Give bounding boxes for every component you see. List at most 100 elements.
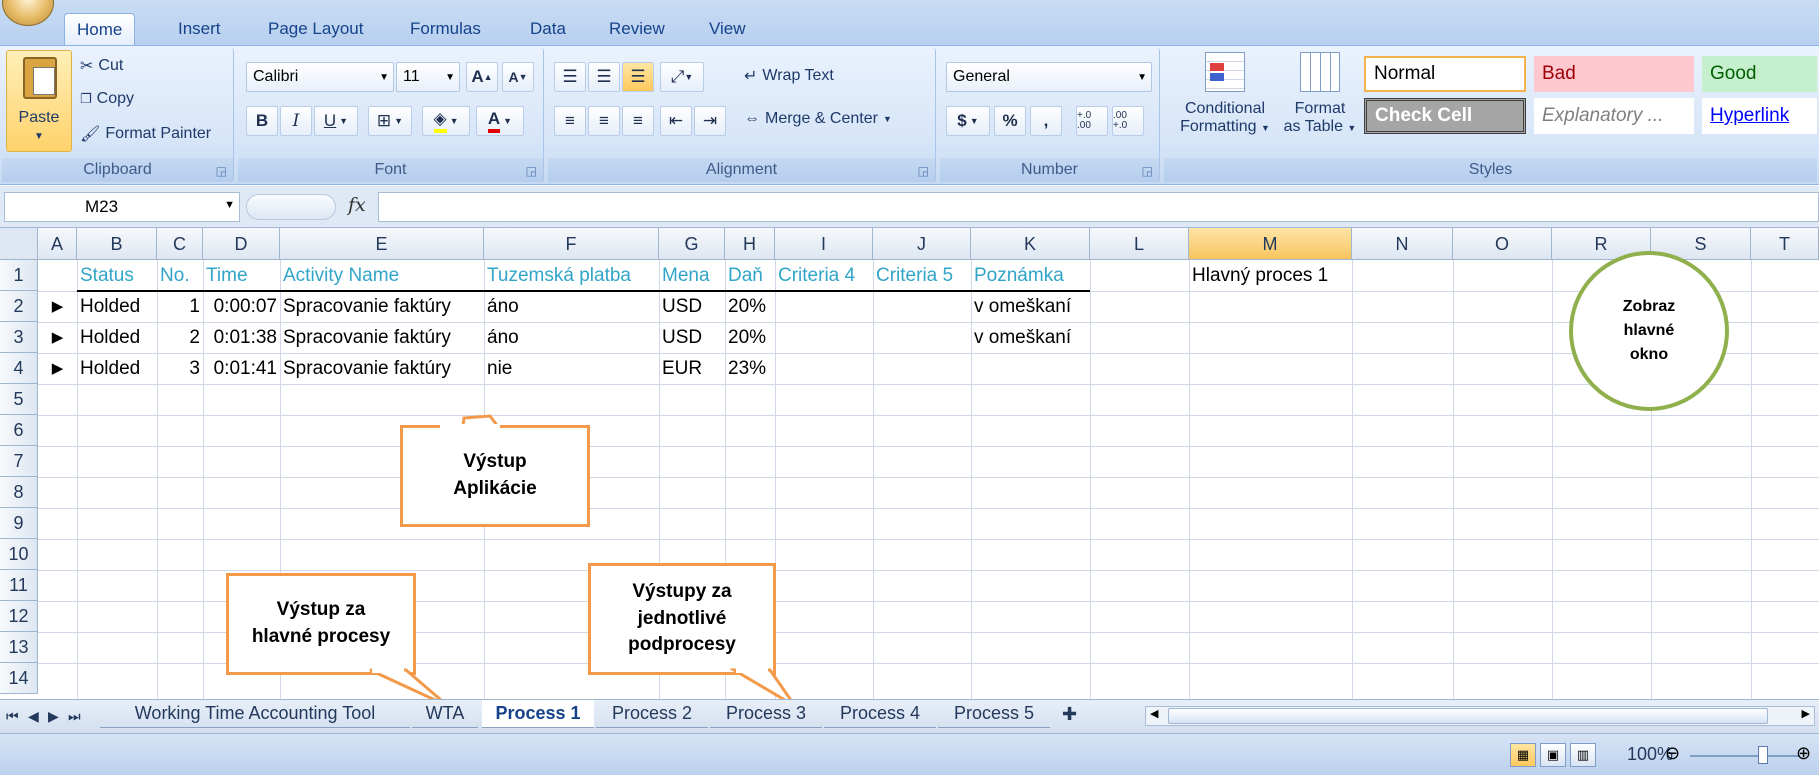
dialog-launcher-icon[interactable]: ◲ — [216, 164, 227, 178]
insert-function-icon[interactable]: fx — [348, 194, 366, 216]
table-cell[interactable]: 20% — [725, 291, 775, 322]
table-cell[interactable]: áno — [484, 322, 659, 353]
sheet-tab-process-4[interactable]: Process 4 — [824, 700, 936, 728]
font-size-select[interactable]: 11 ▼ — [396, 62, 460, 92]
align-bottom-icon[interactable]: ☰ — [622, 62, 654, 92]
column-header[interactable]: N — [1352, 228, 1453, 260]
cut-button[interactable]: ✂ Cut — [80, 56, 123, 76]
number-format-select[interactable]: General ▼ — [946, 62, 1152, 92]
row-header[interactable]: 6 — [0, 415, 38, 446]
row-header[interactable]: 10 — [0, 539, 38, 570]
column-header[interactable]: O — [1453, 228, 1552, 260]
tab-formulas[interactable]: Formulas — [398, 13, 493, 45]
tab-view[interactable]: View — [697, 13, 758, 45]
row-header[interactable]: 2 — [0, 291, 38, 322]
first-sheet-icon[interactable]: ⏮ — [6, 708, 19, 725]
align-middle-icon[interactable]: ☰ — [588, 62, 620, 92]
shrink-font-button[interactable]: A ▼ — [502, 62, 534, 92]
orientation-icon[interactable]: ⤢ ▼ — [660, 62, 704, 92]
last-sheet-icon[interactable]: ⏭ — [68, 708, 81, 725]
row-header[interactable]: 14 — [0, 663, 38, 694]
table-cell[interactable]: USD — [659, 291, 725, 322]
cell-header-no[interactable]: No. — [157, 260, 203, 291]
tab-page-layout[interactable]: Page Layout — [256, 13, 375, 45]
merge-center-button[interactable]: ⇔ Merge & Center ▼ — [744, 110, 892, 128]
page-break-view-icon[interactable]: ▥ — [1570, 743, 1596, 767]
table-cell[interactable]: EUR — [659, 353, 725, 384]
column-header[interactable]: E — [280, 228, 484, 260]
cell-header-criteria5[interactable]: Criteria 5 — [873, 260, 971, 291]
sheet-tab-working-time[interactable]: Working Time Accounting Tool — [100, 700, 410, 728]
tab-data[interactable]: Data — [518, 13, 578, 45]
table-cell[interactable]: v omeškaní — [971, 291, 1090, 322]
fill-color-button[interactable]: ◈ ▼ — [422, 106, 470, 136]
comma-button[interactable]: , — [1030, 106, 1062, 136]
tab-insert[interactable]: Insert — [166, 13, 233, 45]
bold-button[interactable]: B — [246, 106, 278, 136]
select-all-corner[interactable] — [0, 228, 38, 260]
tab-home[interactable]: Home — [64, 13, 136, 45]
expand-handle[interactable] — [246, 194, 336, 220]
row-header[interactable]: 11 — [0, 570, 38, 601]
scroll-right-icon[interactable]: ▶ — [1802, 707, 1810, 720]
formula-input[interactable] — [378, 192, 1819, 222]
paste-button[interactable]: Paste ▼ — [6, 50, 72, 152]
name-box[interactable]: M23 ▼ — [4, 192, 240, 222]
dialog-launcher-icon[interactable]: ◲ — [1142, 164, 1153, 178]
decrease-decimal-button[interactable]: .00 +.0 — [1112, 106, 1144, 136]
style-hyperlink[interactable]: Hyperlink — [1702, 98, 1817, 134]
table-cell[interactable]: 0:01:38 — [203, 322, 280, 353]
style-good[interactable]: Good — [1702, 56, 1817, 92]
worksheet-grid[interactable]: A B C D E F G H I J K L M N O R S T 1 2 … — [0, 228, 1819, 699]
increase-decimal-button[interactable]: +.0 .00 — [1076, 106, 1108, 136]
column-header[interactable]: F — [484, 228, 659, 260]
cell-header-activity[interactable]: Activity Name — [280, 260, 484, 291]
grow-font-button[interactable]: A ▲ — [466, 62, 498, 92]
insert-sheet-icon[interactable]: ✚ — [1062, 704, 1077, 725]
row-header[interactable]: 3 — [0, 322, 38, 353]
table-cell[interactable]: Spracovanie faktúry — [280, 291, 484, 322]
sheet-tab-process-1[interactable]: Process 1 — [482, 700, 594, 728]
next-sheet-icon[interactable]: ▶ — [48, 708, 59, 725]
column-header[interactable]: J — [873, 228, 971, 260]
table-cell[interactable]: Spracovanie faktúry — [280, 322, 484, 353]
cell-header-dan[interactable]: Daň — [725, 260, 775, 291]
conditional-formatting-button[interactable]: Conditional Formatting ▼ — [1174, 52, 1276, 152]
table-cell[interactable]: Holded — [77, 291, 157, 322]
format-as-table-button[interactable]: Format as Table ▼ — [1280, 52, 1360, 152]
cell-header-mena[interactable]: Mena — [659, 260, 725, 291]
table-cell[interactable]: 0:00:07 — [203, 291, 280, 322]
table-cell[interactable]: 2 — [157, 322, 203, 353]
scroll-thumb[interactable] — [1168, 708, 1768, 724]
column-header[interactable]: B — [77, 228, 157, 260]
table-cell[interactable]: v omeškaní — [971, 322, 1090, 353]
column-header[interactable]: T — [1751, 228, 1819, 260]
column-header[interactable]: L — [1090, 228, 1189, 260]
column-header[interactable]: H — [725, 228, 775, 260]
align-top-icon[interactable]: ☰ — [554, 62, 586, 92]
sheet-tab-process-2[interactable]: Process 2 — [596, 700, 708, 728]
dialog-launcher-icon[interactable]: ◲ — [526, 164, 537, 178]
cell-header-tuzemska[interactable]: Tuzemská platba — [484, 260, 659, 291]
percent-button[interactable]: % — [994, 106, 1026, 136]
office-button[interactable] — [2, 0, 54, 26]
cell-header-poznamka[interactable]: Poznámka — [971, 260, 1090, 291]
cell-header-time[interactable]: Time — [203, 260, 280, 291]
cell-header-status[interactable]: Status — [77, 260, 157, 291]
row-header[interactable]: 9 — [0, 508, 38, 539]
zoom-slider-thumb[interactable] — [1758, 746, 1768, 764]
align-center-icon[interactable]: ≡ — [588, 106, 620, 136]
borders-button[interactable]: ⊞ ▼ — [368, 106, 412, 136]
copy-button[interactable]: ❐ Copy — [80, 90, 134, 108]
zoom-out-icon[interactable]: ⊖ — [1665, 743, 1680, 764]
style-bad[interactable]: Bad — [1534, 56, 1694, 92]
cell-m1[interactable]: Hlavný proces 1 — [1189, 260, 1352, 291]
column-header[interactable]: C — [157, 228, 203, 260]
normal-view-icon[interactable]: ▦ — [1510, 743, 1536, 767]
wrap-text-button[interactable]: ↵ Wrap Text — [744, 66, 834, 86]
font-color-button[interactable]: A ▼ — [476, 106, 524, 136]
scroll-left-icon[interactable]: ◀ — [1150, 707, 1158, 720]
cell-header-criteria4[interactable]: Criteria 4 — [775, 260, 873, 291]
increase-indent-icon[interactable]: ⇥ — [694, 106, 726, 136]
row-header[interactable]: 13 — [0, 632, 38, 663]
